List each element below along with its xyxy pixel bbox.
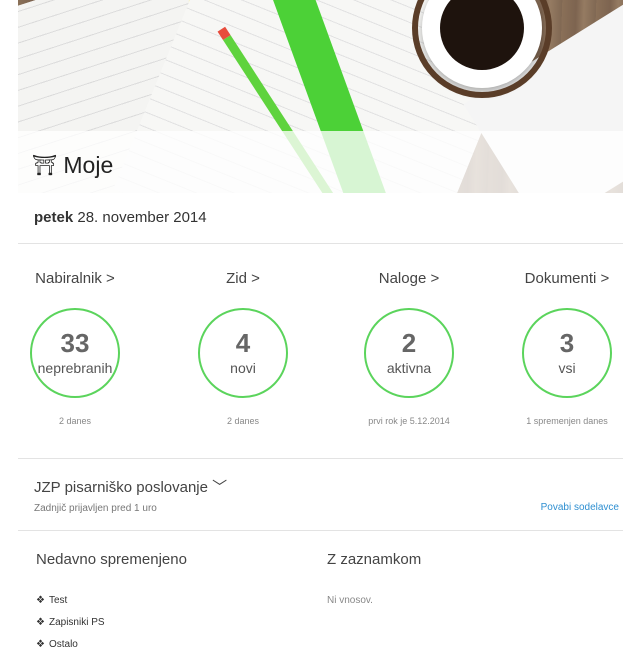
bookmarks-title: Z zaznamkom <box>327 551 422 568</box>
home-icon: ⛩ <box>32 155 58 177</box>
stat-value: 2 <box>401 328 417 358</box>
page-title: ⛩ Moje <box>32 152 113 179</box>
stat-unit: novi <box>230 360 256 376</box>
date-label: petek 28. november 2014 <box>34 209 207 226</box>
list-item[interactable]: ❖ Zapisniki PS <box>36 617 105 628</box>
stat-value: 33 <box>60 328 90 358</box>
chevron-down-icon: ﹀ <box>212 479 228 496</box>
recent-title: Nedavno spremenjeno <box>36 551 187 568</box>
weekday: petek <box>34 209 74 226</box>
stat-documents: Dokumenti > 3 vsi 1 spremenjen danes <box>512 270 622 426</box>
coffee-cup-image <box>412 0 552 98</box>
stat-wall: Zid > 4 novi 2 danes <box>178 270 308 426</box>
stat-documents-link[interactable]: Dokumenti > <box>512 270 622 292</box>
stat-sub: 2 danes <box>226 416 260 426</box>
date-text: 28. november 2014 <box>77 209 207 226</box>
hero-banner: ⛩ Moje <box>18 0 623 193</box>
project-name: JZP pisarniško poslovanje <box>34 479 208 496</box>
stat-wall-link[interactable]: Zid > <box>178 270 308 292</box>
stat-sub: 2 danes <box>58 416 92 426</box>
invite-colleagues-link[interactable]: Povabi sodelavce <box>541 502 619 513</box>
stat-unit: aktivna <box>386 360 432 376</box>
last-login-text: Zadnjič prijavljen pred 1 uro <box>34 503 157 514</box>
stat-value: 4 <box>235 328 251 358</box>
stat-sub: 1 spremenjen danes <box>526 416 608 426</box>
cube-icon: ❖ <box>36 595 45 606</box>
stat-inbox-link[interactable]: Nabiralnik > <box>10 270 140 292</box>
stat-tasks-circle[interactable]: 2 aktivna <box>364 308 454 398</box>
stat-documents-circle[interactable]: 3 vsi <box>522 308 612 398</box>
list-item[interactable]: ❖ Ostalo <box>36 639 78 650</box>
stat-inbox-circle[interactable]: 33 neprebranih <box>30 308 120 398</box>
stat-unit: neprebranih <box>37 360 113 376</box>
stat-sub: prvi rok je 5.12.2014 <box>368 416 450 426</box>
project-dropdown[interactable]: JZP pisarniško poslovanje ﹀ <box>34 476 227 497</box>
cube-icon: ❖ <box>36 617 45 628</box>
stat-unit: vsi <box>558 360 576 376</box>
cube-icon: ❖ <box>36 639 45 650</box>
stat-wall-circle[interactable]: 4 novi <box>198 308 288 398</box>
divider <box>18 243 623 244</box>
stat-tasks-link[interactable]: Naloge > <box>344 270 474 292</box>
stat-inbox: Nabiralnik > 33 neprebranih 2 danes <box>10 270 140 426</box>
page-title-text: Moje <box>63 152 114 178</box>
stat-tasks: Naloge > 2 aktivna prvi rok je 5.12.2014 <box>344 270 474 426</box>
divider <box>18 530 623 531</box>
divider <box>18 458 623 459</box>
no-entries-text: Ni vnosov. <box>327 595 373 606</box>
stat-value: 3 <box>559 328 575 358</box>
list-item[interactable]: ❖ Test <box>36 595 67 606</box>
